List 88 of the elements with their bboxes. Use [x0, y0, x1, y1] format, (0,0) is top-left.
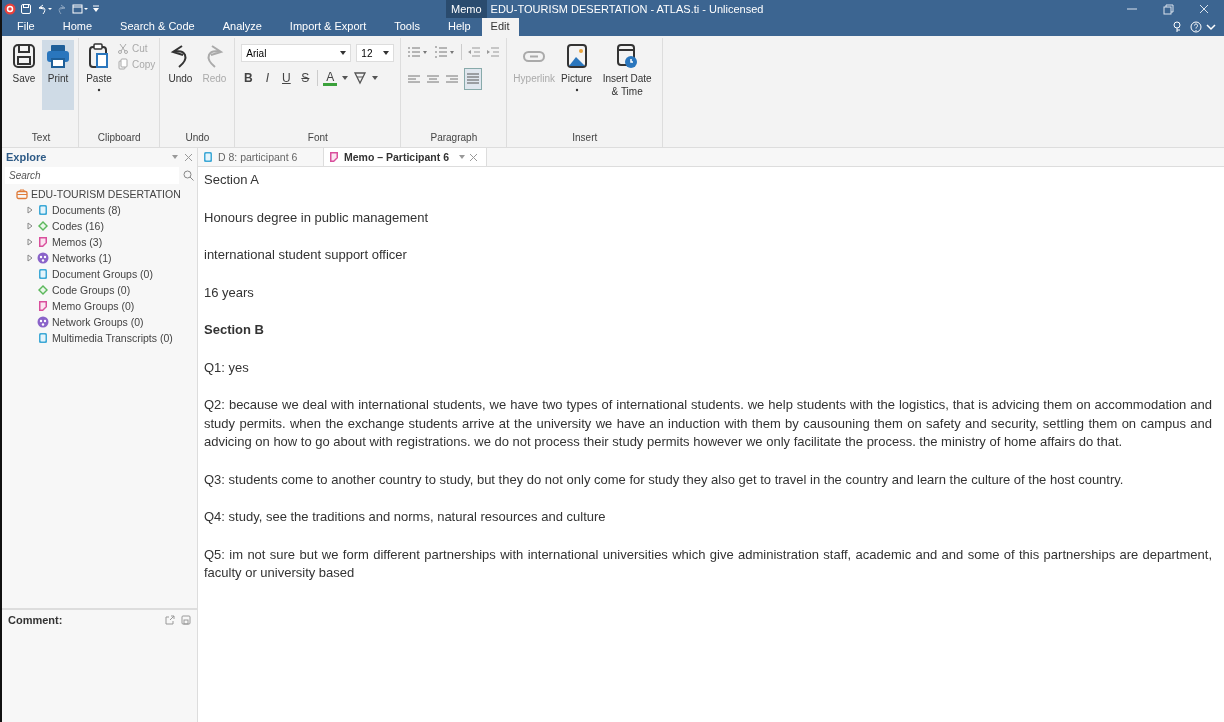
- scissors-icon: [117, 42, 129, 54]
- dropdown-caret-icon: [383, 51, 390, 55]
- dropdown-caret-icon: [342, 76, 349, 80]
- copy-icon: [117, 58, 129, 70]
- tree-item[interactable]: Multimedia Transcripts (0): [52, 332, 173, 344]
- dropdown-caret-icon: [459, 155, 466, 159]
- tree-item[interactable]: Network Groups (0): [52, 316, 144, 328]
- help-icon[interactable]: [1190, 21, 1202, 33]
- ribbon-group-label: Undo: [184, 131, 211, 145]
- memo-icon: [328, 151, 340, 163]
- align-left-icon[interactable]: [407, 72, 422, 86]
- comment-label: Comment:: [8, 614, 63, 626]
- restore-icon[interactable]: [1162, 3, 1174, 15]
- increase-indent-icon[interactable]: [486, 45, 501, 59]
- collapsed-arrow-icon[interactable]: [26, 254, 34, 262]
- close-icon: [469, 152, 479, 162]
- open-external-icon[interactable]: [165, 615, 175, 625]
- collapse-ribbon-icon[interactable]: [1206, 21, 1216, 33]
- memo-paragraph: Section A: [204, 171, 260, 189]
- tree-item[interactable]: Documents (8): [52, 204, 121, 216]
- tree-item[interactable]: Codes (16): [52, 220, 104, 232]
- document-tab[interactable]: Memo – Participant 6: [324, 148, 488, 166]
- close-icon[interactable]: [184, 152, 193, 162]
- memo-paragraph: Q3: students come to another country to study, but they do not only come for study they also get to travel in the country and learn the culture of the host country.: [204, 470, 1125, 489]
- ribbon-button[interactable]: Save: [8, 40, 40, 110]
- bullet-list-icon[interactable]: [407, 45, 430, 59]
- redo-icon[interactable]: [56, 3, 68, 15]
- decrease-indent-icon[interactable]: [467, 45, 482, 59]
- menu-tab[interactable]: File: [8, 18, 44, 36]
- menu-tab[interactable]: Search & Code: [111, 18, 204, 36]
- memo-paragraph: Q1: yes: [204, 358, 250, 377]
- bold-button[interactable]: B: [241, 71, 256, 85]
- ribbon-group-label: Insert: [571, 131, 599, 145]
- justify-icon[interactable]: [464, 68, 483, 90]
- context-tab-label: Memo: [446, 0, 487, 18]
- font-name-field[interactable]: Arial: [241, 44, 352, 62]
- search-field[interactable]: Search: [5, 167, 179, 184]
- ribbon-button[interactable]: Print: [42, 40, 74, 110]
- search-icon[interactable]: [183, 170, 194, 181]
- dropdown-caret-icon[interactable]: [172, 155, 178, 159]
- menu-tab[interactable]: Home: [53, 18, 102, 36]
- tree-item[interactable]: Code Groups (0): [52, 284, 131, 296]
- memo-paragraph: international student support officer: [204, 246, 408, 264]
- window-icon[interactable]: [72, 3, 88, 15]
- memo-paragraph: Honours degree in public management: [204, 208, 430, 227]
- tree-item[interactable]: Document Groups (0): [52, 268, 153, 280]
- collapsed-arrow-icon[interactable]: [26, 206, 34, 214]
- ribbon-button[interactable]: Picture: [559, 40, 595, 110]
- strikethrough-button[interactable]: S: [298, 71, 313, 85]
- font-color-button[interactable]: A: [323, 70, 338, 86]
- app-logo-icon: [4, 3, 16, 15]
- panel-title: Explore: [6, 151, 47, 163]
- menu-tab[interactable]: Tools: [385, 18, 429, 36]
- memo-paragraph: Q2: because we deal with international students, we have two types of international students. we help students with the logistics, that is advicing them on accommodation and study permits. when the exchange students arrive at the university we have an induction with them by causouning them on safety and security, settling them on campus and advicing on how to go about with registrations. we do not process their study permits however we only facilitate the process. the ministry of home affairs do that.: [204, 396, 1212, 451]
- ribbon-button[interactable]: Undo: [164, 40, 197, 110]
- undo-icon[interactable]: [36, 3, 52, 15]
- dropdown-caret-icon: [372, 76, 379, 80]
- align-right-icon[interactable]: [445, 72, 460, 86]
- tree-item[interactable]: Networks (1): [52, 252, 112, 264]
- ribbon-group-label: Text: [30, 131, 52, 145]
- document-icon: [202, 151, 214, 163]
- collapsed-arrow-icon[interactable]: [26, 222, 34, 230]
- ribbon-button[interactable]: Insert Date & Time: [596, 40, 659, 110]
- collapsed-arrow-icon[interactable]: [26, 238, 34, 246]
- underline-button[interactable]: U: [279, 71, 294, 85]
- ribbon-group-label: Font: [306, 131, 329, 145]
- memo-paragraph: Section B: [204, 321, 265, 339]
- ribbon-group-label: Clipboard: [96, 131, 142, 145]
- memo-paragraph: 16 years: [204, 283, 255, 302]
- menu-tab[interactable]: Import & Export: [280, 18, 376, 36]
- tree-item[interactable]: Memo Groups (0): [52, 300, 135, 312]
- tree-item[interactable]: EDU-TOURISM DESERTATION: [31, 188, 181, 200]
- memo-paragraph: Q4: study, see the traditions and norms, natural resources and culture: [204, 508, 607, 526]
- font-size-field[interactable]: 12: [356, 44, 395, 62]
- window-title: EDU-TOURISM DESERTATION - ATLAS.ti - Unlicensed: [489, 3, 765, 15]
- dropdown-caret-icon: [340, 51, 347, 55]
- printer-icon: [44, 42, 72, 70]
- menu-tab[interactable]: Help: [438, 18, 480, 36]
- ribbon-button[interactable]: Paste: [83, 40, 115, 110]
- numbered-list-icon[interactable]: [434, 45, 457, 59]
- italic-button[interactable]: I: [260, 71, 275, 85]
- ribbon-group-label: Paragraph: [429, 131, 479, 145]
- save-icon: [10, 42, 38, 70]
- tree-item[interactable]: Memos (3): [52, 236, 103, 248]
- menu-tab[interactable]: Edit: [481, 18, 519, 36]
- align-center-icon[interactable]: [426, 72, 441, 86]
- memo-paragraph: Q5: im not sure but we form different partnerships with international universities which give administration staff, academic and and some of this partnerships are department, faculty or university based: [204, 545, 1212, 582]
- menu-tab[interactable]: Analyze: [213, 18, 271, 36]
